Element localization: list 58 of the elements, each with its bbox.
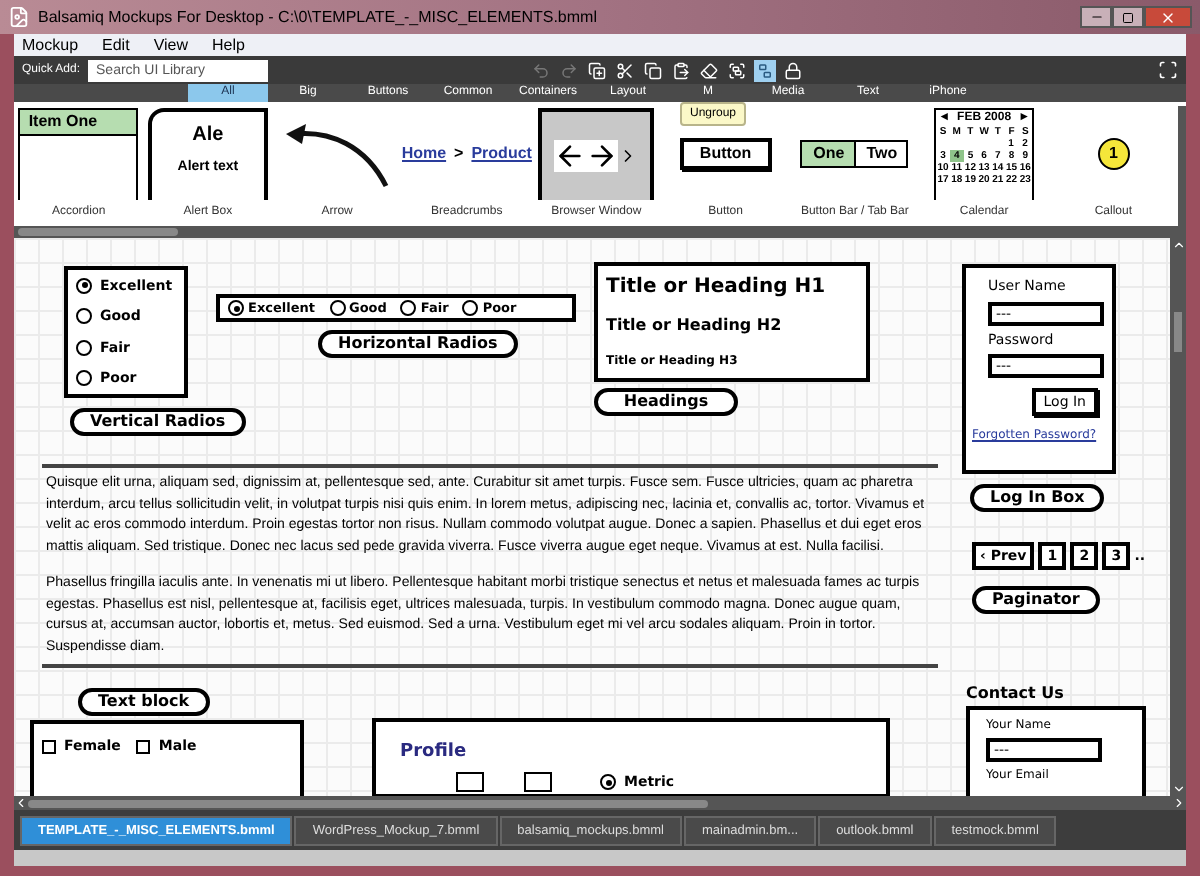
breadcrumb-link[interactable]: Product bbox=[471, 142, 532, 166]
radio-button[interactable] bbox=[462, 300, 479, 316]
horizontal-scrollbar[interactable] bbox=[14, 226, 1186, 238]
speech-callout: Vertical Radios bbox=[70, 408, 246, 436]
radio-button[interactable] bbox=[76, 339, 92, 356]
sample-button[interactable]: Button bbox=[679, 138, 772, 170]
accordion-item: Item One bbox=[28, 112, 98, 130]
contact-title: Contact Us bbox=[966, 682, 1064, 706]
speech-callout: Log In Box bbox=[970, 484, 1105, 512]
ungroup-icon[interactable] bbox=[754, 59, 777, 81]
heading-h2: Title or Heading H2 bbox=[606, 313, 784, 338]
duplicate-icon[interactable] bbox=[586, 59, 609, 81]
radio-button[interactable] bbox=[228, 300, 244, 316]
window-title: Balsamiq Mockups For Desktop - C:\0\TEMPLATE_-_MISC_ELEMENTS.bmml bbox=[38, 5, 599, 29]
menu-item[interactable]: View bbox=[153, 33, 189, 57]
scroll-down-icon[interactable] bbox=[1171, 782, 1185, 796]
speech-callout: Horizontal Radios bbox=[318, 330, 518, 358]
speech-callout: Paginator bbox=[972, 586, 1100, 614]
radio-button[interactable] bbox=[400, 300, 417, 316]
speech-callout: Headings bbox=[594, 388, 738, 416]
close-button[interactable] bbox=[1144, 6, 1192, 28]
minimize-button[interactable] bbox=[1080, 6, 1112, 28]
scroll-left-icon[interactable] bbox=[14, 796, 28, 810]
radio-button[interactable] bbox=[76, 308, 92, 325]
menu-item[interactable]: Mockup bbox=[22, 33, 79, 57]
radio-button[interactable] bbox=[600, 774, 616, 791]
radio-button[interactable] bbox=[329, 300, 345, 316]
checkbox[interactable] bbox=[136, 739, 151, 754]
numbered-callout: 1 bbox=[1097, 138, 1130, 170]
curved-arrow-icon bbox=[281, 118, 394, 190]
maximize-button[interactable] bbox=[1112, 6, 1144, 28]
tab-bar-button[interactable]: One bbox=[802, 142, 855, 166]
radio-button[interactable] bbox=[76, 277, 92, 294]
eraser-icon[interactable] bbox=[698, 59, 721, 81]
scrollbar[interactable] bbox=[1178, 106, 1186, 226]
scissors-icon[interactable] bbox=[614, 59, 637, 81]
copy-icon[interactable] bbox=[642, 59, 665, 81]
group-icon[interactable] bbox=[726, 59, 749, 81]
profile-title: Profile bbox=[400, 742, 467, 762]
maximize-icon bbox=[1122, 11, 1134, 23]
app-icon bbox=[8, 6, 30, 28]
paste-icon[interactable] bbox=[670, 59, 693, 81]
menu-item[interactable]: Edit bbox=[102, 33, 130, 57]
minimize-icon bbox=[1089, 10, 1103, 24]
canvas-horizontal-scrollbar[interactable] bbox=[14, 796, 1186, 810]
close-icon bbox=[1160, 9, 1176, 25]
fullscreen-icon[interactable] bbox=[1158, 60, 1178, 80]
alert-title: Ale bbox=[192, 122, 224, 150]
menu-item[interactable]: Help bbox=[212, 33, 245, 57]
heading-h1: Title or Heading H1 bbox=[606, 273, 828, 300]
breadcrumb-link[interactable]: Home bbox=[401, 142, 447, 166]
speech-callout: Text block bbox=[78, 688, 210, 716]
scroll-right-icon[interactable] bbox=[1172, 796, 1186, 810]
breadcrumb-separator: > bbox=[454, 142, 464, 166]
lock-icon[interactable] bbox=[782, 59, 805, 81]
checkbox[interactable] bbox=[42, 739, 56, 754]
radio-button[interactable] bbox=[76, 370, 92, 387]
scroll-up-icon[interactable] bbox=[1171, 238, 1185, 252]
